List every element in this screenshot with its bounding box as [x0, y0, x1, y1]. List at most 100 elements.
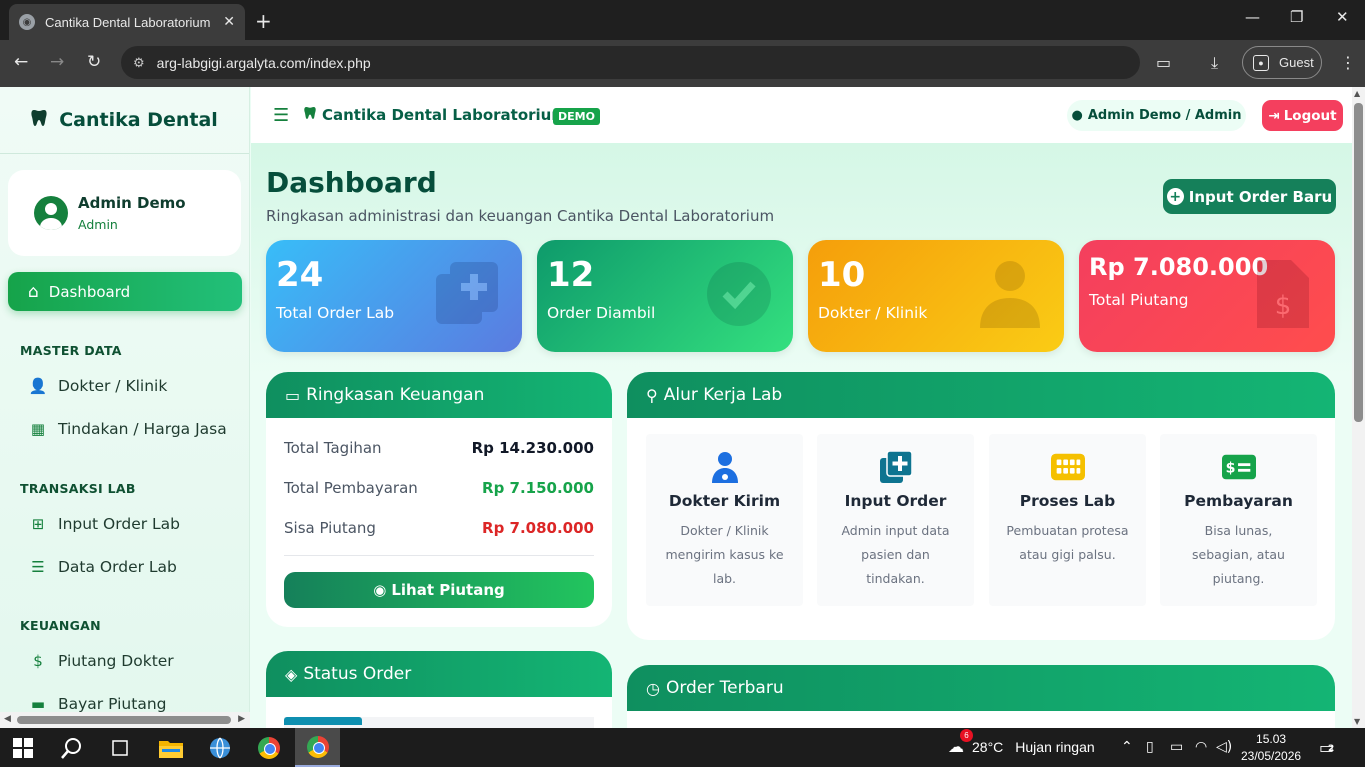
add-copy-icon: [879, 450, 913, 484]
sidebar-horizontal-scrollbar[interactable]: ◀ ▶: [0, 712, 250, 728]
row-value: Rp 7.150.000: [482, 479, 594, 497]
card-title: Status Order: [303, 664, 412, 684]
table-icon: ▦: [30, 420, 46, 438]
scrollbar-thumb[interactable]: [17, 716, 231, 724]
button-label: Input Order Baru: [1188, 187, 1333, 206]
topbar-brand[interactable]: Cantika Dental Laboratorium: [304, 106, 567, 124]
browser-tab[interactable]: ◉ Cantika Dental Laboratorium ✕: [9, 4, 245, 40]
sidebar-brand-text: Cantika Dental: [59, 109, 218, 131]
logout-button[interactable]: ⇥ Logout: [1262, 100, 1343, 131]
stat-card-total-piutang[interactable]: Rp 7.080.000 Total Piutang $: [1079, 240, 1335, 352]
close-window-icon[interactable]: ✕: [1336, 8, 1349, 26]
invoice-dollar-icon: $: [33, 652, 43, 670]
workflow-step: Dokter Kirim Dokter / Klinik mengirim ka…: [646, 434, 803, 606]
sidebar-item-tindakan[interactable]: ▦ Tindakan / Harga Jasa: [28, 420, 227, 438]
stat-card-order-diambil[interactable]: 12 Order Diambil: [537, 240, 793, 352]
stat-card-total-order[interactable]: 24 Total Order Lab: [266, 240, 522, 352]
new-tab-icon[interactable]: +: [255, 9, 272, 33]
order-terbaru-card: ◷ Order Terbaru: [627, 665, 1335, 728]
site-favicon-icon: ◉: [19, 14, 35, 30]
forward-icon[interactable]: →: [50, 52, 64, 72]
scroll-up-icon[interactable]: ▲: [1354, 89, 1360, 98]
close-tab-icon[interactable]: ✕: [223, 14, 235, 30]
plus-circle-icon: +: [1166, 188, 1184, 205]
address-bar[interactable]: ⚙ arg-labgigi.argalyta.com/index.php: [121, 46, 1140, 79]
weather-widget[interactable]: ☁ 6 28°C Hujan ringan: [948, 729, 1095, 757]
sidebar-item-label: Piutang Dokter: [58, 652, 174, 670]
scroll-right-icon[interactable]: ▶: [238, 714, 245, 724]
minimize-icon[interactable]: —: [1245, 8, 1260, 26]
topbar-brand-text: Cantika Dental Laboratorium: [322, 106, 567, 124]
task-view-icon[interactable]: [97, 728, 142, 767]
hamburger-menu-icon[interactable]: ☰: [273, 105, 289, 126]
profile-button[interactable]: ● Guest: [1242, 46, 1322, 79]
card-header: ⚲ Alur Kerja Lab: [627, 372, 1335, 418]
notification-icon[interactable]: ▭ 2: [1319, 738, 1334, 757]
chevron-up-icon[interactable]: ⌃: [1121, 739, 1133, 755]
card-header: ▭ Ringkasan Keuangan: [266, 372, 612, 418]
sidebar-item-label: Dashboard: [48, 282, 131, 301]
sidebar-item-data-order[interactable]: ☰ Data Order Lab: [28, 558, 177, 576]
money-bill-icon: ▬: [30, 695, 46, 713]
stat-label: Total Order Lab: [276, 304, 395, 322]
sidebar-brand[interactable]: Cantika Dental: [0, 87, 249, 154]
doctor-icon: [708, 450, 742, 484]
sidebar-item-input-order[interactable]: ⊞ Input Order Lab: [28, 515, 180, 533]
step-desc: Admin input data pasien dan tindakan.: [841, 523, 950, 586]
status-order-card: ◈ Status Order: [266, 651, 612, 728]
file-explorer-icon[interactable]: [148, 728, 193, 767]
search-icon[interactable]: [49, 728, 94, 767]
ringkasan-keuangan-card: ▭ Ringkasan Keuangan Total Tagihan Rp 14…: [266, 372, 612, 627]
battery-icon[interactable]: ▭: [1170, 739, 1183, 755]
card-title: Ringkasan Keuangan: [306, 385, 485, 405]
device-icon[interactable]: ▯: [1146, 739, 1154, 755]
network-globe-icon[interactable]: [197, 728, 242, 767]
user-circle-icon: ●: [1071, 108, 1083, 123]
download-icon[interactable]: ⤓: [1211, 53, 1218, 73]
back-icon[interactable]: ←: [14, 52, 28, 72]
page-vertical-scrollbar[interactable]: ▲ ▼: [1352, 87, 1365, 728]
tooth-icon: [304, 106, 316, 124]
sidebar-item-bayar-piutang[interactable]: ▬ Bayar Piutang: [28, 695, 167, 713]
sidebar-item-label: Tindakan / Harga Jasa: [58, 420, 227, 438]
clock-icon: ◷: [646, 678, 660, 698]
sidebar-item-dokter[interactable]: 👤 Dokter / Klinik: [28, 377, 168, 395]
step-title: Pembayaran: [1184, 492, 1293, 510]
web-viewport: Cantika Dental Admin Demo Admin ⌂ Dashbo…: [0, 87, 1365, 728]
step-desc: Dokter / Klinik mengirim kasus ke lab.: [665, 523, 784, 586]
sidebar-item-piutang[interactable]: $ Piutang Dokter: [28, 652, 174, 670]
reload-icon[interactable]: ↻: [87, 52, 101, 72]
sidebar-item-dashboard[interactable]: ⌂ Dashboard: [8, 272, 242, 311]
user-pill-label: Admin Demo / Admin: [1087, 108, 1242, 123]
scrollbar-thumb[interactable]: [1354, 103, 1363, 422]
clock-date: 23/05/2026: [1241, 749, 1302, 763]
chrome-active-icon[interactable]: [295, 728, 340, 767]
home-icon: ⌂: [28, 281, 39, 302]
windows-start-icon[interactable]: [0, 728, 45, 767]
site-info-icon[interactable]: ⚙: [133, 55, 145, 71]
cast-icon[interactable]: ▭: [1156, 53, 1171, 72]
user-pill[interactable]: ● Admin Demo / Admin: [1067, 100, 1246, 131]
workflow-step: Input Order Admin input data pasien dan …: [817, 434, 974, 606]
wifi-icon[interactable]: ◠: [1195, 739, 1207, 755]
chrome-icon[interactable]: [246, 728, 291, 767]
user-profile-card: Admin Demo Admin: [8, 170, 241, 256]
notification-count: 2: [1328, 744, 1335, 754]
topbar: ☰ Cantika Dental Laboratorium DEMO ● Adm…: [251, 87, 1352, 143]
weather-temp: 28°C: [972, 739, 1004, 755]
scroll-down-icon[interactable]: ▼: [1354, 717, 1360, 726]
lihat-piutang-button[interactable]: ◉ Lihat Piutang: [284, 572, 594, 608]
volume-icon[interactable]: ◁): [1216, 739, 1232, 755]
input-order-baru-button[interactable]: + Input Order Baru: [1163, 179, 1336, 214]
weather-badge: 6: [960, 729, 973, 742]
rain-cloud-icon: ☁ 6: [948, 729, 973, 757]
restore-icon[interactable]: ❐: [1290, 8, 1303, 26]
menu-kebab-icon[interactable]: ⋮: [1340, 53, 1356, 72]
weather-desc: Hujan ringan: [1015, 739, 1095, 755]
stat-card-dokter-klinik[interactable]: 10 Dokter / Klinik: [808, 240, 1064, 352]
system-clock[interactable]: 15.03 23/05/2026: [1241, 731, 1301, 765]
stat-value: Rp 7.080.000: [1089, 253, 1269, 281]
keuangan-row: Sisa Piutang Rp 7.080.000: [284, 519, 594, 537]
scroll-left-icon[interactable]: ◀: [4, 714, 11, 724]
step-title: Input Order: [844, 492, 947, 510]
